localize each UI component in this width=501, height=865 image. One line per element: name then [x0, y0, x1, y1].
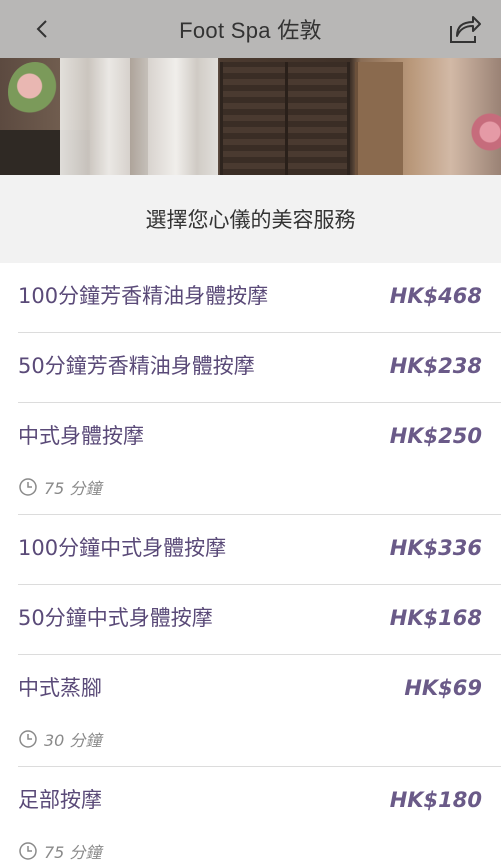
chevron-left-icon	[36, 20, 47, 38]
back-button[interactable]	[28, 12, 58, 46]
list-item[interactable]: 50分鐘芳香精油身體按摩 HK$238	[0, 333, 501, 403]
share-icon	[450, 16, 481, 43]
duration: 75 分鐘	[18, 839, 101, 863]
clock-icon	[19, 730, 37, 748]
clock-icon	[19, 478, 37, 496]
clock-icon	[19, 842, 37, 860]
curtain-left	[60, 58, 130, 175]
service-price: HK$168	[389, 606, 482, 630]
list-item[interactable]: 100分鐘中式身體按摩 HK$336	[0, 515, 501, 585]
service-list: 100分鐘芳香精油身體按摩 HK$468 50分鐘芳香精油身體按摩 HK$238…	[0, 263, 501, 863]
duration-text: 75 分鐘	[44, 479, 102, 498]
page-title: Foot Spa 佐敦	[179, 18, 322, 43]
list-item[interactable]: 中式蒸腳 HK$69 30 分鐘	[0, 655, 501, 767]
section-title: 選擇您心儀的美容服務	[0, 175, 501, 263]
service-name: 中式身體按摩	[18, 424, 144, 448]
service-price: HK$250	[389, 424, 482, 448]
duration: 75 分鐘	[18, 475, 101, 499]
service-price: HK$180	[389, 788, 482, 812]
service-name: 50分鐘芳香精油身體按摩	[18, 354, 255, 378]
duration-text: 30 分鐘	[44, 731, 102, 750]
service-name: 100分鐘中式身體按摩	[18, 536, 227, 560]
duration-text: 75 分鐘	[44, 843, 102, 862]
service-name: 足部按摩	[18, 788, 102, 812]
navigation-bar: Foot Spa 佐敦	[0, 0, 501, 58]
service-name: 50分鐘中式身體按摩	[18, 606, 213, 630]
shelf	[355, 62, 403, 175]
service-name: 中式蒸腳	[18, 676, 102, 700]
curtain-right	[148, 58, 218, 175]
folding-screen	[220, 62, 350, 175]
service-price: HK$336	[389, 536, 482, 560]
flowers-decoration	[8, 62, 62, 122]
list-item[interactable]: 足部按摩 HK$180 75 分鐘	[0, 767, 501, 863]
list-item[interactable]: 中式身體按摩 HK$250 75 分鐘	[0, 403, 501, 515]
duration: 30 分鐘	[18, 727, 101, 751]
list-item[interactable]: 100分鐘芳香精油身體按摩 HK$468	[0, 263, 501, 333]
service-name: 100分鐘芳香精油身體按摩	[18, 284, 269, 308]
share-button[interactable]	[445, 10, 483, 48]
service-price: HK$468	[389, 284, 482, 308]
service-price: HK$69	[404, 676, 482, 700]
list-item[interactable]: 50分鐘中式身體按摩 HK$168	[0, 585, 501, 655]
service-price: HK$238	[389, 354, 482, 378]
